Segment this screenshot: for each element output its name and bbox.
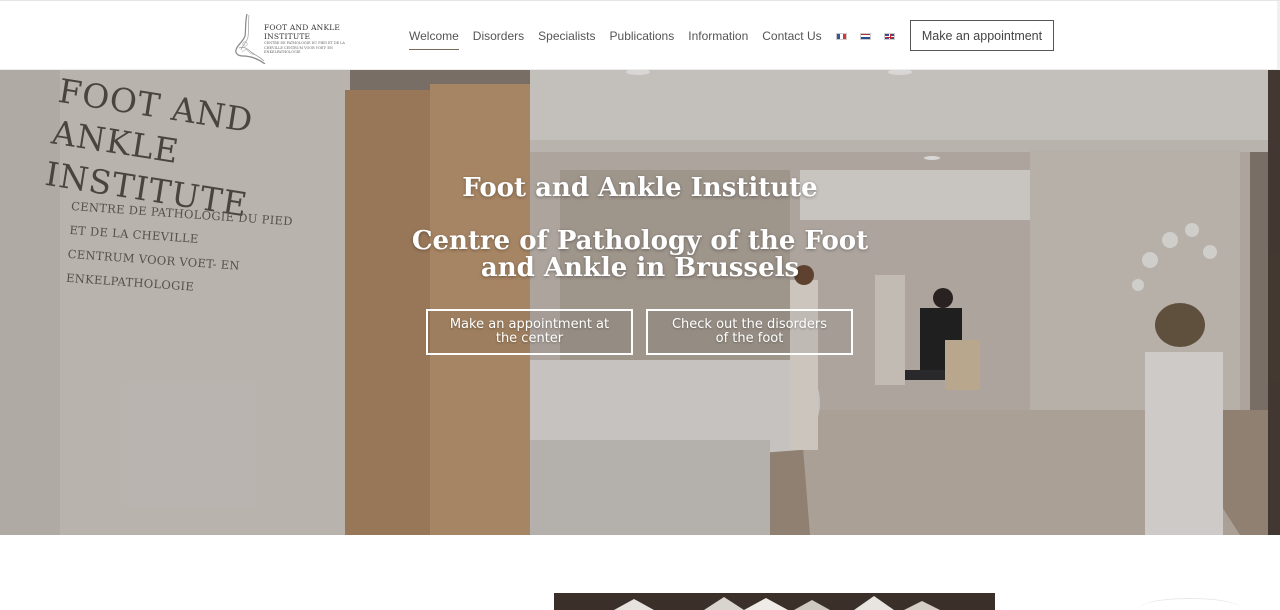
hero-section: FOOT AND ANKLE INSTITUTE Centre de patho… — [0, 70, 1280, 535]
foot-ankle-logo-icon — [235, 13, 266, 64]
appointment-at-center-button[interactable]: Make an appointment at the center — [426, 309, 633, 355]
nav-item-welcome[interactable]: Welcome — [409, 28, 459, 50]
logo-subtitle: CENTRE DE PATHOLOGIE DU PIED ET DE LA CH… — [264, 41, 345, 55]
section-image — [554, 593, 995, 610]
hero-title: Foot and Ankle Institute — [462, 173, 818, 203]
decorative-curve — [1140, 598, 1240, 610]
main-nav: Welcome Disorders Specialists Publicatio… — [409, 1, 908, 71]
nav-item-publications[interactable]: Publications — [610, 28, 675, 44]
wall-sign-subtitle: Centre de pathologie du pied et de la ch… — [65, 194, 311, 307]
make-appointment-button[interactable]: Make an appointment — [910, 20, 1054, 51]
nav-item-information[interactable]: Information — [688, 28, 748, 44]
nav-item-specialists[interactable]: Specialists — [538, 28, 595, 44]
flag-netherlands-icon[interactable] — [859, 32, 871, 40]
flag-france-icon[interactable] — [835, 32, 847, 40]
site-header: FOOT AND ANKLE INSTITUTE CENTRE DE PATHO… — [0, 0, 1280, 71]
logo-title: FOOT AND ANKLE INSTITUTE — [264, 23, 341, 41]
language-switcher — [835, 32, 908, 40]
hero-subtitle: Centre of Pathology of the Foot and Ankl… — [411, 226, 869, 283]
nav-item-disorders[interactable]: Disorders — [473, 28, 524, 44]
nav-item-contact-us[interactable]: Contact Us — [762, 28, 821, 44]
site-logo[interactable]: FOOT AND ANKLE INSTITUTE CENTRE DE PATHO… — [233, 12, 353, 64]
check-disorders-button[interactable]: Check out the disorders of the foot — [646, 309, 853, 355]
rooftops-image — [554, 593, 995, 610]
flag-uk-icon[interactable] — [883, 32, 895, 40]
